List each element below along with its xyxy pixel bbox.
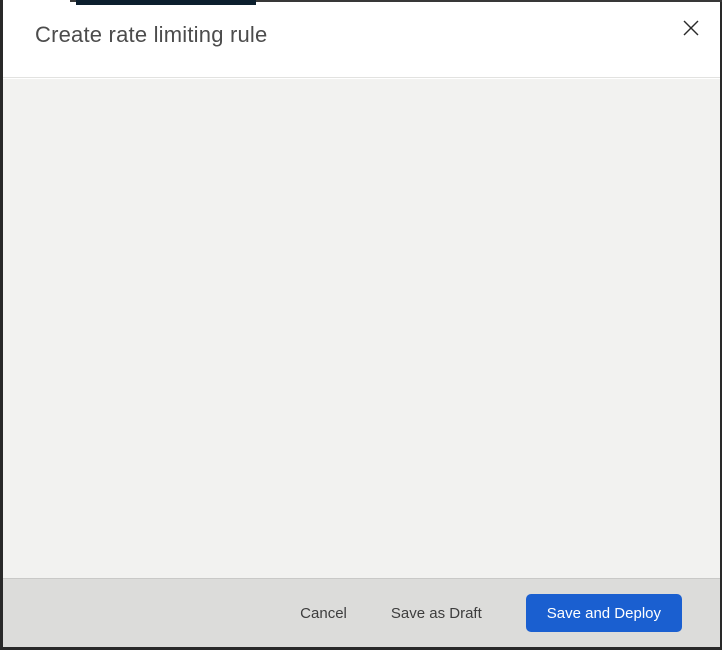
dialog-footer: Cancel Save as Draft Save and Deploy	[3, 578, 720, 647]
close-button[interactable]	[678, 15, 704, 41]
dialog-body	[3, 79, 720, 578]
save-as-draft-button[interactable]: Save as Draft	[391, 605, 482, 622]
top-accent-bar	[76, 0, 256, 5]
cancel-button[interactable]: Cancel	[300, 605, 347, 622]
close-icon	[683, 20, 699, 36]
dialog-title: Create rate limiting rule	[35, 22, 268, 47]
create-rate-limiting-rule-dialog: Create rate limiting rule Rule Settings …	[0, 0, 722, 650]
dialog-border-left	[0, 0, 3, 650]
dialog-header: Create rate limiting rule	[3, 0, 720, 78]
save-and-deploy-button[interactable]: Save and Deploy	[525, 594, 682, 632]
